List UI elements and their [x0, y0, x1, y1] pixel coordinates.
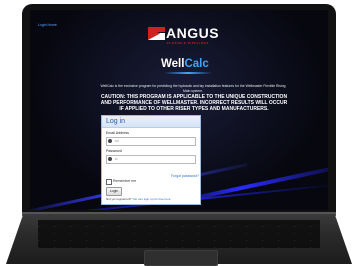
register-link[interactable]: You can sign up for free here [132, 197, 170, 201]
password-value: •• [115, 157, 118, 161]
angus-logo-mark-icon [148, 27, 165, 40]
register-prompt: Not yet registered? You can sign up for … [106, 197, 171, 201]
login-title: Log in [102, 116, 200, 128]
angus-logo-tagline: FLEXIBLE PIPELINES [167, 41, 209, 45]
wellcalc-logo-prefix: Well [161, 58, 185, 70]
lock-icon [108, 157, 112, 161]
forgot-password-link[interactable]: Forgot password? [171, 174, 199, 178]
email-value: ••• [115, 139, 119, 143]
email-field[interactable]: ••• [106, 137, 196, 146]
remember-me-checkbox[interactable] [106, 179, 112, 185]
register-prefix: Not yet registered? [106, 197, 132, 201]
remember-me-label: Remember me [113, 179, 137, 183]
angus-logo-word: ANGUS [166, 25, 220, 41]
keyboard-keys [38, 220, 320, 248]
description-text: WellCalc is the exclusive program for pr… [100, 84, 286, 93]
wellcalc-logo-word: WellCalc [161, 58, 209, 70]
login-button[interactable]: Login [106, 187, 122, 196]
caution-text: CAUTION: THIS PROGRAM IS APPLICABLE TO T… [100, 94, 288, 112]
password-label: Password [106, 149, 122, 153]
password-field[interactable]: •• [106, 155, 196, 164]
user-icon [108, 139, 112, 143]
email-label: Email Address [106, 131, 129, 135]
login-panel: Log in Email Address ••• Password •• For… [101, 115, 201, 205]
wellcalc-logo-suffix: Calc [184, 58, 209, 70]
angus-logo: ANGUS FLEXIBLE PIPELINES [148, 25, 238, 49]
top-login-link[interactable]: Login Home [38, 23, 57, 27]
wellcalc-logo-swoosh [164, 72, 212, 74]
wellcalc-logo: WellCalc [161, 56, 215, 76]
